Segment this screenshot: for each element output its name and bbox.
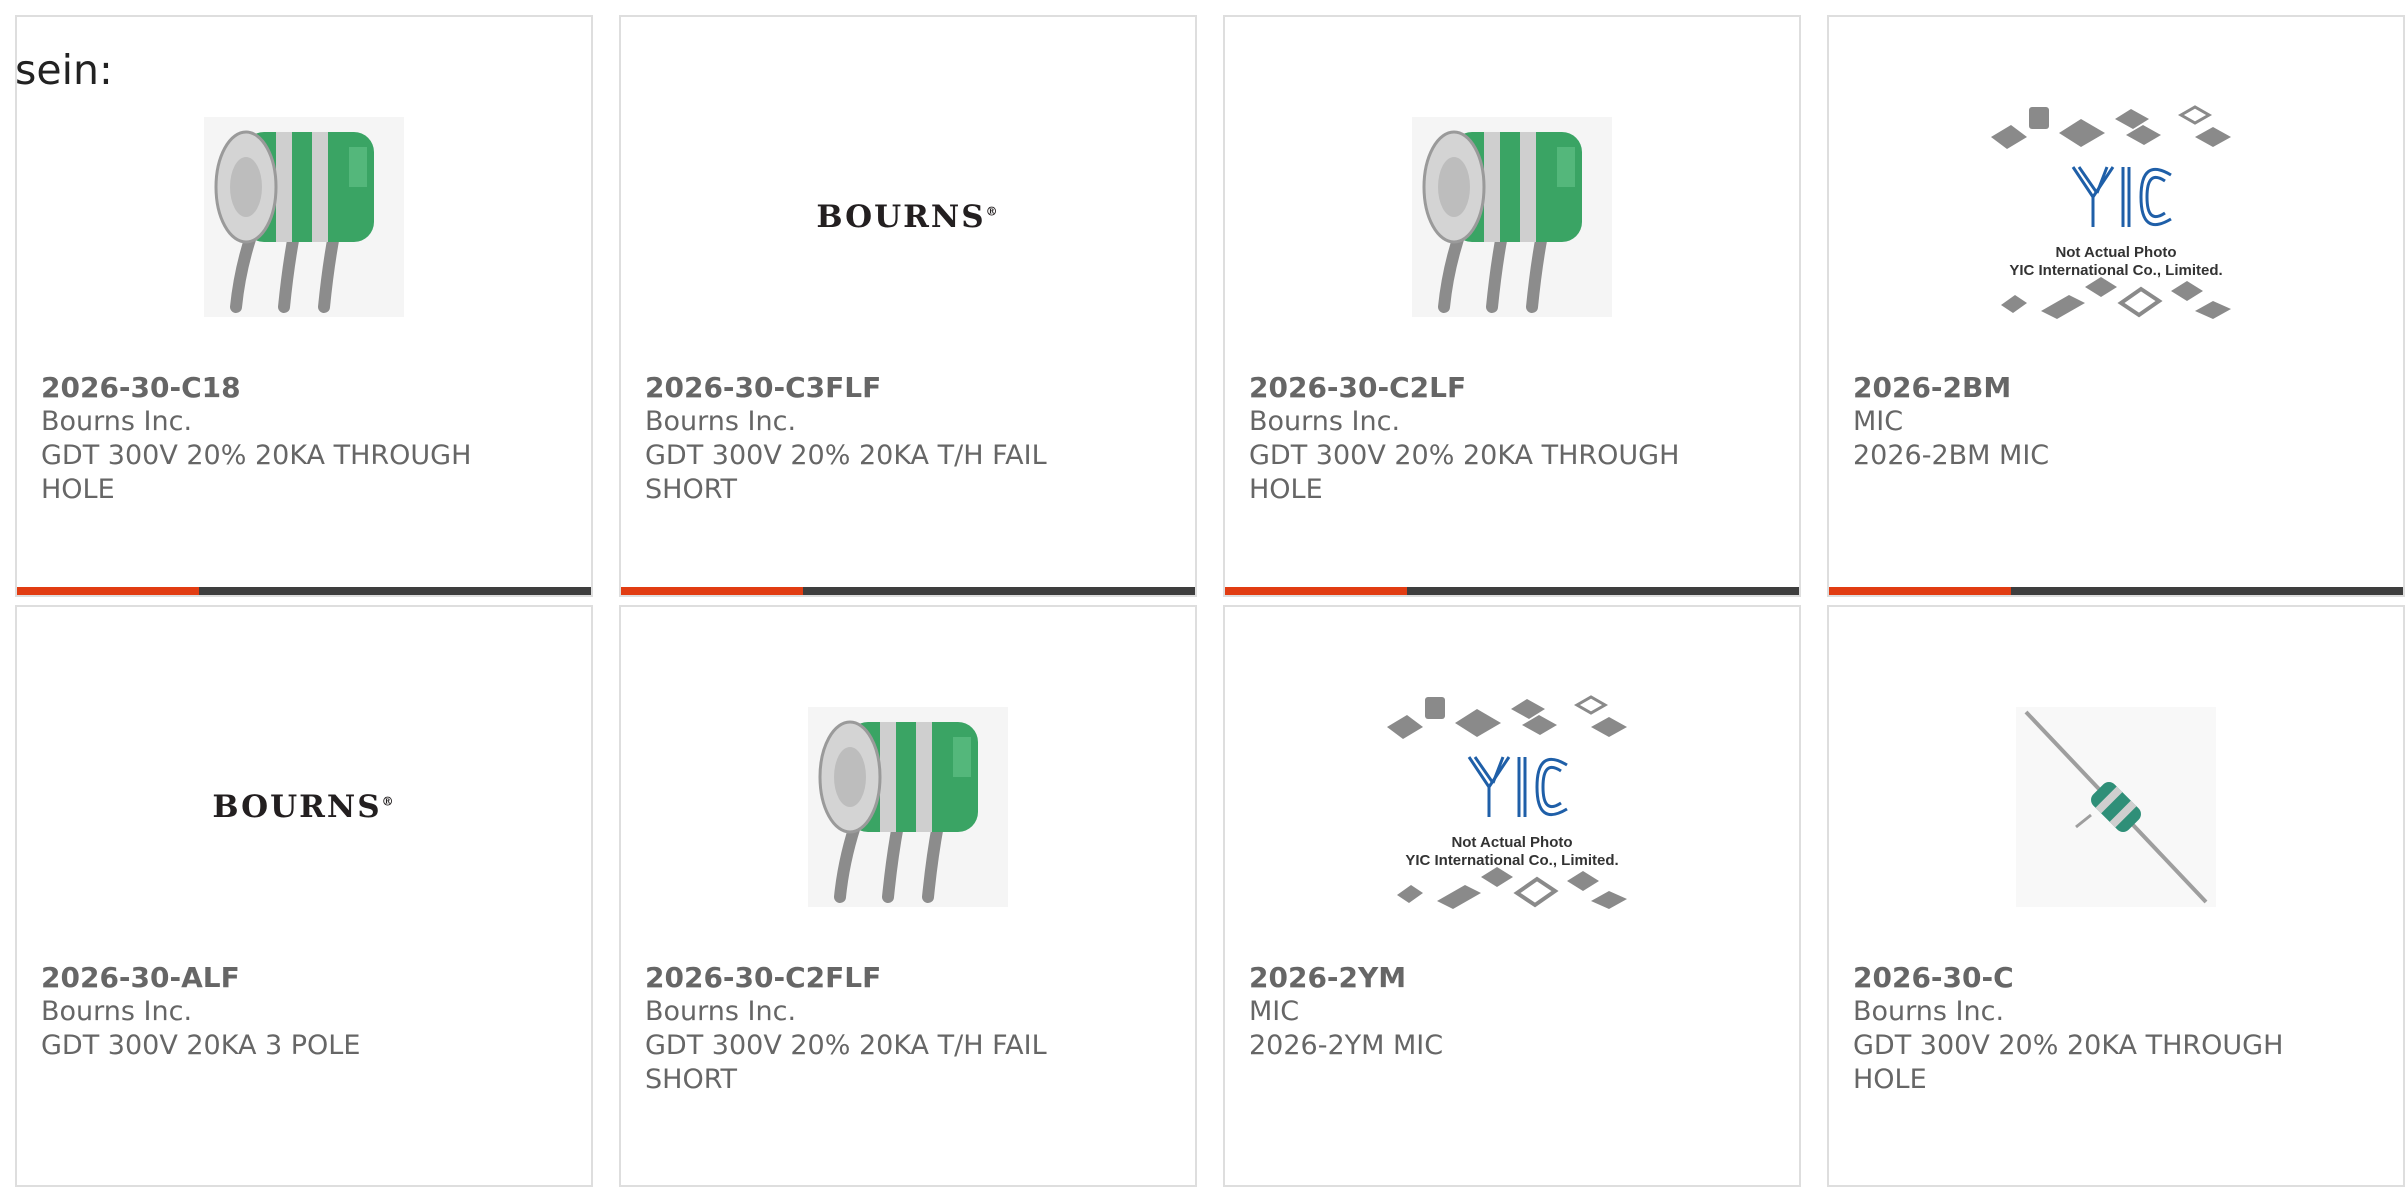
product-info: 2026-30-ALF Bourns Inc. GDT 300V 20KA 3 PO… bbox=[41, 961, 567, 1063]
part-number-link[interactable]: 2026-2BM bbox=[1853, 371, 2379, 405]
yic-caption-line1: Not Actual Photo bbox=[2055, 244, 2176, 261]
card-progress-bar bbox=[17, 587, 591, 595]
product-image[interactable]: Not Actual Photo YIC International Co., … bbox=[1829, 82, 2403, 352]
product-info: 2026-2YM MIC 2026-2YM MIC bbox=[1249, 961, 1775, 1063]
manufacturer-name: Bourns Inc. bbox=[41, 996, 193, 1027]
product-info: 2026-30-C2FLF Bourns Inc. GDT 300V 20% 20K… bbox=[645, 961, 1171, 1097]
product-card[interactable]: 2026-30-C18 Bourns Inc. GDT 300V 20% 20KA … bbox=[15, 15, 593, 597]
product-card[interactable]: BOURNS® 2026-30-ALF Bourns Inc. GDT 300V 2… bbox=[15, 605, 593, 1187]
part-number-link[interactable]: 2026-30-ALF bbox=[41, 961, 567, 995]
product-description: GDT 300V 20KA 3 POLE bbox=[41, 1030, 361, 1061]
product-info: 2026-30-C2LF Bourns Inc. GDT 300V 20% 20KA… bbox=[1249, 371, 1775, 507]
product-description-continued: HOLE bbox=[41, 474, 115, 505]
card-progress-bar bbox=[1225, 587, 1799, 595]
product-description-continued: HOLE bbox=[1853, 1064, 1927, 1095]
product-description-continued: SHORT bbox=[645, 474, 737, 505]
part-number-link[interactable]: 2026-30-C2LF bbox=[1249, 371, 1775, 405]
card-bar-accent bbox=[1225, 587, 1407, 595]
gas-discharge-tube-image bbox=[808, 707, 1008, 907]
product-card[interactable]: Not Actual Photo YIC International Co., … bbox=[1827, 15, 2405, 597]
product-description: GDT 300V 20% 20KA THROUGH bbox=[41, 440, 472, 471]
product-image[interactable]: BOURNS® bbox=[621, 82, 1195, 352]
manufacturer-name: MIC bbox=[1249, 996, 1300, 1027]
product-image[interactable] bbox=[17, 82, 591, 352]
product-image[interactable]: BOURNS® bbox=[17, 672, 591, 942]
manufacturer-name: Bourns Inc. bbox=[1249, 406, 1401, 437]
card-bar-accent bbox=[17, 587, 199, 595]
part-number-link[interactable]: 2026-30-C3FLF bbox=[645, 371, 1171, 405]
product-card[interactable]: Not Actual Photo YIC International Co., … bbox=[1223, 605, 1801, 1187]
manufacturer-name: Bourns Inc. bbox=[645, 996, 797, 1027]
product-info: 2026-30-C3FLF Bourns Inc. GDT 300V 20% 20K… bbox=[645, 371, 1171, 507]
yic-placeholder-image: Not Actual Photo YIC International Co., … bbox=[1991, 105, 2231, 319]
product-image[interactable] bbox=[1225, 82, 1799, 352]
product-description: GDT 300V 20% 20KA T/H FAIL bbox=[645, 1030, 1047, 1061]
product-description: 2026-2BM MIC bbox=[1853, 440, 2050, 471]
manufacturer-name: MIC bbox=[1853, 406, 1904, 437]
gas-discharge-tube-image bbox=[1412, 117, 1612, 317]
manufacturer-name: Bourns Inc. bbox=[41, 406, 193, 437]
yic-caption-line2: YIC International Co., Limited. bbox=[2009, 262, 2222, 279]
manufacturer-name: Bourns Inc. bbox=[645, 406, 797, 437]
product-image[interactable] bbox=[621, 672, 1195, 942]
product-description-continued: HOLE bbox=[1249, 474, 1323, 505]
bourns-logo: BOURNS® bbox=[212, 789, 396, 825]
product-card[interactable]: 2026-30-C2LF Bourns Inc. GDT 300V 20% 20KA… bbox=[1223, 15, 1801, 597]
card-bar-accent bbox=[621, 587, 803, 595]
axial-gas-discharge-tube-image bbox=[2016, 707, 2216, 907]
part-number-link[interactable]: 2026-30-C18 bbox=[41, 371, 567, 405]
yic-placeholder-image: Not Actual Photo YIC International Co., … bbox=[1387, 695, 1627, 909]
product-description: GDT 300V 20% 20KA THROUGH bbox=[1853, 1030, 2284, 1061]
part-number-link[interactable]: 2026-30-C bbox=[1853, 961, 2379, 995]
card-bar-accent bbox=[1829, 587, 2011, 595]
product-description: 2026-2YM MIC bbox=[1249, 1030, 1444, 1061]
product-description-continued: SHORT bbox=[645, 1064, 737, 1095]
bourns-logo: BOURNS® bbox=[816, 199, 1000, 235]
product-card[interactable]: BOURNS® 2026-30-C3FLF Bourns Inc. GDT 300V… bbox=[619, 15, 1197, 597]
part-number-link[interactable]: 2026-2YM bbox=[1249, 961, 1775, 995]
product-card[interactable]: 2026-30-C Bourns Inc. GDT 300V 20% 20KA TH… bbox=[1827, 605, 2405, 1187]
product-info: 2026-30-C18 Bourns Inc. GDT 300V 20% 20KA … bbox=[41, 371, 567, 507]
part-number-link[interactable]: 2026-30-C2FLF bbox=[645, 961, 1171, 995]
product-image[interactable]: Not Actual Photo YIC International Co., … bbox=[1225, 672, 1799, 942]
card-progress-bar bbox=[621, 587, 1195, 595]
gas-discharge-tube-image bbox=[204, 117, 404, 317]
product-image[interactable] bbox=[1829, 672, 2403, 942]
yic-caption-line1: Not Actual Photo bbox=[1451, 834, 1572, 851]
product-description: GDT 300V 20% 20KA T/H FAIL bbox=[645, 440, 1047, 471]
product-info: 2026-30-C Bourns Inc. GDT 300V 20% 20KA TH… bbox=[1853, 961, 2379, 1097]
prefix-text: sein: bbox=[15, 46, 113, 94]
yic-caption-line2: YIC International Co., Limited. bbox=[1405, 852, 1618, 869]
product-description: GDT 300V 20% 20KA THROUGH bbox=[1249, 440, 1680, 471]
product-info: 2026-2BM MIC 2026-2BM MIC bbox=[1853, 371, 2379, 473]
card-progress-bar bbox=[1829, 587, 2403, 595]
manufacturer-name: Bourns Inc. bbox=[1853, 996, 2005, 1027]
product-card[interactable]: 2026-30-C2FLF Bourns Inc. GDT 300V 20% 20K… bbox=[619, 605, 1197, 1187]
